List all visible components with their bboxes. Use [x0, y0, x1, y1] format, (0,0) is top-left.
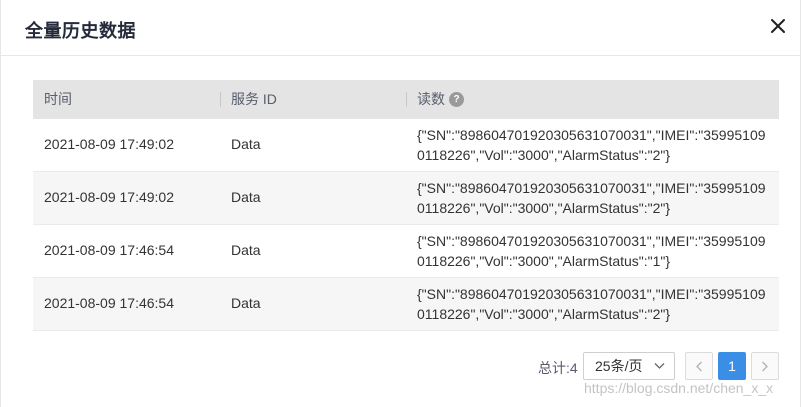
cell-reading: {"SN":"89860470192030563107003​1","IMEI"… — [417, 180, 766, 216]
chevron-left-icon — [696, 361, 702, 372]
column-header-reading-label: 读数 — [417, 91, 445, 107]
cell-reading: {"SN":"89860470192030563107003​1","IMEI"… — [417, 286, 766, 322]
cell-reading: {"SN":"89860470192030563107003​1","IMEI"… — [417, 233, 766, 269]
column-header-service-id: 服务 ID — [231, 91, 277, 107]
page-size-select[interactable]: 25条/页 — [583, 352, 675, 380]
chevron-right-icon — [762, 361, 768, 372]
cell-time: 2021-08-09 17:46:54 — [44, 242, 174, 258]
table-row: 2021-08-09 17:46:54 Data {"SN":"89860470… — [33, 278, 779, 331]
cell-service-id: Data — [231, 136, 261, 152]
column-header-time: 时间 — [44, 91, 72, 107]
cell-time: 2021-08-09 17:46:54 — [44, 295, 174, 311]
table-header: 时间 服务 ID 读数? — [33, 80, 779, 119]
total-count: 总计:4 — [538, 360, 578, 376]
history-data-dialog: 全量历史数据 时间 服务 ID 读数? 2021-08-09 17:49:02 … — [0, 0, 801, 407]
table-row: 2021-08-09 17:49:02 Data {"SN":"89860470… — [33, 172, 779, 225]
dialog-header: 全量历史数据 — [1, 0, 800, 56]
column-divider — [406, 92, 407, 107]
watermark-text: https://blog.csdn.net/chen_x_x — [584, 380, 774, 396]
cell-reading: {"SN":"89860470192030563107003​1","IMEI"… — [417, 127, 766, 163]
cell-time: 2021-08-09 17:49:02 — [44, 189, 174, 205]
cell-service-id: Data — [231, 189, 261, 205]
history-table: 时间 服务 ID 读数? 2021-08-09 17:49:02 Data {"… — [33, 80, 779, 331]
column-header-reading: 读数? — [417, 80, 464, 119]
cell-service-id: Data — [231, 242, 261, 258]
table-row: 2021-08-09 17:46:54 Data {"SN":"89860470… — [33, 225, 779, 278]
close-button[interactable] — [770, 18, 788, 36]
page-size-value: 25条/页 — [595, 358, 643, 374]
next-page-button[interactable] — [751, 352, 779, 380]
help-icon[interactable]: ? — [449, 91, 464, 107]
column-divider — [220, 92, 221, 107]
chevron-down-icon — [654, 363, 665, 369]
dialog-title: 全量历史数据 — [25, 21, 136, 42]
prev-page-button[interactable] — [685, 352, 713, 380]
cell-service-id: Data — [231, 295, 261, 311]
close-icon — [771, 19, 785, 33]
table-row: 2021-08-09 17:49:02 Data {"SN":"89860470… — [33, 119, 779, 172]
page-number-current[interactable]: 1 — [718, 352, 746, 380]
cell-time: 2021-08-09 17:49:02 — [44, 136, 174, 152]
